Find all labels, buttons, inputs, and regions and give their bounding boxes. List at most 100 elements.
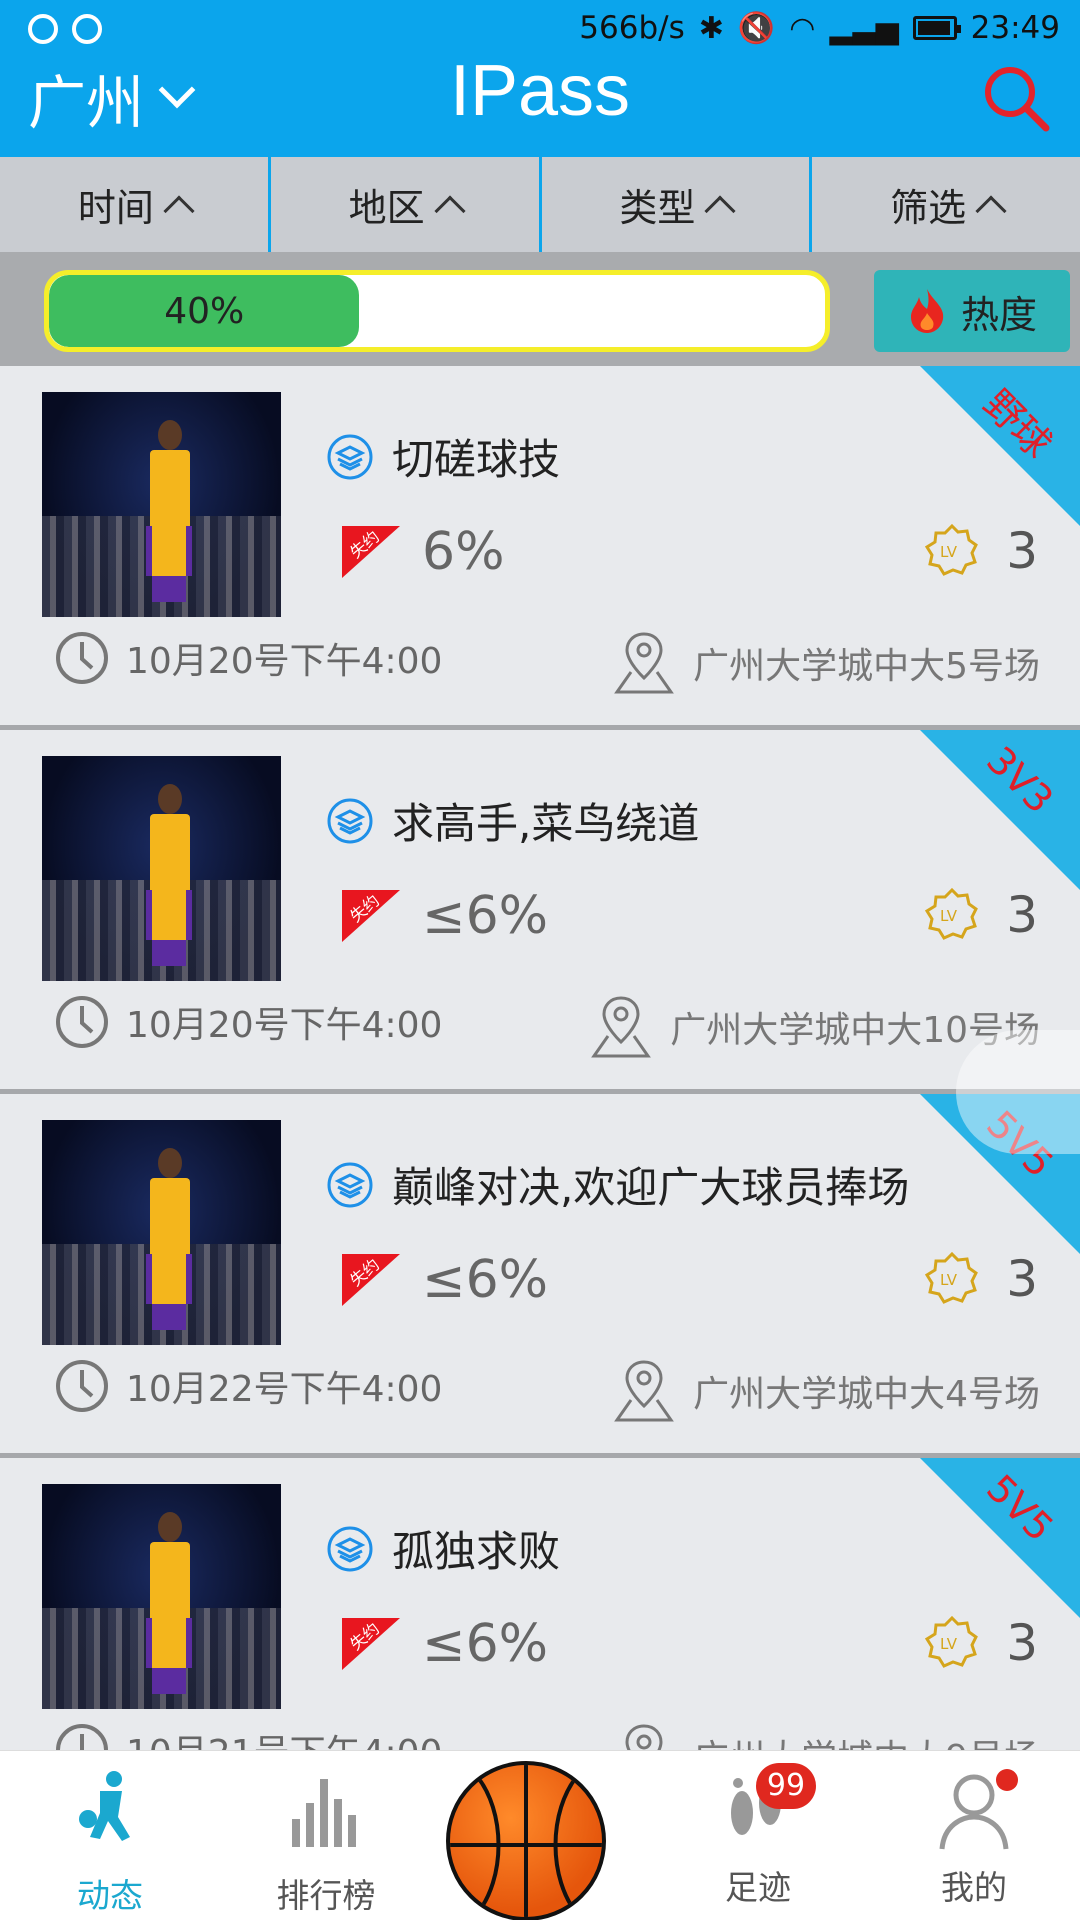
chevron-up-icon	[704, 194, 736, 227]
flag-icon: 失约	[342, 1618, 400, 1670]
card-place: 广州大学城中大9号场	[613, 1722, 1040, 1750]
progress-row: 40% 热度	[0, 252, 1080, 366]
status-left-icons	[28, 14, 102, 44]
svg-text:LV: LV	[940, 1635, 958, 1653]
card-time-label: 10月20号下午4:00	[126, 1005, 443, 1046]
progress-fill: 40%	[49, 275, 360, 347]
flag-icon: 失约	[342, 526, 400, 578]
battery-icon	[912, 16, 961, 40]
filter-type[interactable]: 类型	[542, 157, 813, 252]
basketball-icon	[450, 1765, 602, 1917]
clock-time: 23:49	[970, 10, 1060, 46]
tab-basketball-center[interactable]	[446, 1761, 606, 1920]
filter-time[interactable]: 时间	[0, 157, 271, 252]
filter-region[interactable]: 地区	[271, 157, 542, 252]
card-level-row: LV 3	[924, 1614, 1038, 1672]
tab-label: 我的	[941, 1868, 1007, 1907]
layers-icon	[327, 1526, 373, 1571]
search-icon[interactable]	[980, 62, 1052, 134]
card-level-row: LV 3	[924, 886, 1038, 944]
location-pin-icon	[591, 996, 652, 1058]
filter-label: 时间	[77, 186, 154, 230]
notification-badge: 99	[756, 1763, 816, 1809]
card-level: 3	[1006, 1614, 1038, 1672]
card-place: 广州大学城中大5号场	[613, 630, 1040, 696]
signal-icon: ▂▃▅	[829, 10, 899, 46]
tab-label: 排行榜	[276, 1876, 376, 1915]
progress-label: 40%	[164, 290, 245, 332]
card-meta-row: 10月20号下午4:00 广州大学城中大10号场	[54, 994, 1040, 1058]
card-level: 3	[1006, 886, 1038, 944]
mute-icon: 🔇	[737, 10, 776, 46]
card-place-label: 广州大学城中大4号场	[693, 1374, 1040, 1415]
flag-icon: 失约	[342, 890, 400, 942]
card-time-label: 10月22号下午4:00	[126, 1369, 443, 1410]
flag-icon: 失约	[342, 1254, 400, 1306]
network-speed: 566b/s	[579, 10, 685, 46]
card-time: 10月22号下午4:00	[54, 1358, 442, 1414]
clock-icon	[56, 1360, 108, 1412]
filter-label: 地区	[348, 186, 425, 230]
card-title: 切磋球技	[392, 435, 561, 484]
tab-label: 足迹	[725, 1868, 791, 1907]
card-level: 3	[1006, 522, 1038, 580]
svg-text:LV: LV	[940, 1271, 958, 1289]
qq-icon	[28, 14, 58, 44]
card-title-row: 切磋球技	[326, 426, 560, 487]
level-badge-icon: LV	[925, 887, 979, 940]
card-rate-row: 失约 6%	[342, 522, 505, 582]
clock-icon	[56, 1724, 108, 1750]
clock-icon	[56, 996, 108, 1048]
location-pin-icon	[614, 632, 674, 694]
fire-icon	[910, 289, 944, 333]
card-thumbnail	[42, 392, 281, 617]
filter-label: 筛选	[890, 186, 967, 230]
card-rate: ≤6%	[422, 1250, 549, 1310]
layers-icon	[327, 798, 373, 843]
app-title: IPass	[449, 51, 631, 131]
app-header: 566b/s ✱ 🔇 ◠ ▂▃▅ 23:49 广州 IPass	[0, 0, 1080, 157]
card-time-label: 10月21号下午4:00	[126, 1724, 442, 1750]
card-time-label: 10月20号下午4:00	[126, 641, 443, 682]
message-icon	[72, 14, 102, 44]
card-rate: ≤6%	[422, 886, 549, 946]
card-title: 巅峰对决,欢迎广大球员捧场	[392, 1163, 910, 1212]
bar-chart-icon	[292, 1779, 356, 1847]
progress-bar: 40%	[44, 270, 830, 352]
card-title: 求高手,菜鸟绕道	[392, 799, 700, 848]
card-thumbnail	[42, 756, 281, 981]
game-card[interactable]: 巅峰对决,欢迎广大球员捧场 失约 ≤6% LV 3 10月22号下午4:00 广…	[0, 1094, 1080, 1458]
game-card[interactable]: 切磋球技 失约 6% LV 3 10月20号下午4:00 广州大学城中大5号场 …	[0, 366, 1080, 730]
hot-sort-button[interactable]: 热度	[874, 270, 1070, 352]
card-meta-row: 10月20号下午4:00 广州大学城中大5号场	[54, 630, 1040, 694]
tab-ranking[interactable]: 排行榜	[246, 1769, 406, 1917]
tab-footprints[interactable]: 99 足迹	[678, 1763, 838, 1909]
tab-feed[interactable]: 动态	[30, 1769, 190, 1917]
tab-profile[interactable]: 我的	[894, 1769, 1054, 1909]
game-card[interactable]: 孤独求败 失约 ≤6% LV 3 10月21号下午4:00	[0, 1458, 1080, 1750]
filter-screen[interactable]: 筛选	[812, 157, 1080, 252]
card-type-corner: 5V5	[920, 1458, 1080, 1618]
card-meta-row: 10月21号下午4:00 广州大学城中大9号场	[54, 1722, 1040, 1750]
card-place: 广州大学城中大4号场	[613, 1358, 1040, 1424]
floating-assist-button[interactable]	[956, 1030, 1080, 1154]
game-card[interactable]: 求高手,菜鸟绕道 失约 ≤6% LV 3 10月20号下午4:00 广州大学城中…	[0, 730, 1080, 1094]
card-time: 10月20号下午4:00	[54, 630, 442, 686]
card-rate: ≤6%	[422, 1614, 549, 1674]
card-place-label: 广州大学城中大5号场	[693, 646, 1040, 687]
chevron-up-icon	[434, 194, 466, 227]
card-place-label: 广州大学城中大9号场	[693, 1729, 1040, 1750]
tab-label: 动态	[77, 1876, 143, 1915]
wifi-icon: ◠	[789, 10, 816, 46]
card-rate-row: 失约 ≤6%	[342, 886, 548, 946]
card-title-row: 求高手,菜鸟绕道	[326, 790, 699, 851]
card-rate-row: 失约 ≤6%	[342, 1250, 548, 1310]
svg-text:LV: LV	[940, 907, 958, 925]
location-pin-icon	[625, 1724, 663, 1750]
card-time: 10月21号下午4:00	[54, 1722, 442, 1750]
bluetooth-icon: ✱	[698, 10, 724, 46]
card-rate-row: 失约 ≤6%	[342, 1614, 548, 1674]
svg-text:LV: LV	[940, 543, 958, 561]
chevron-up-icon	[163, 194, 195, 227]
card-type-corner: 3V3	[920, 730, 1080, 890]
